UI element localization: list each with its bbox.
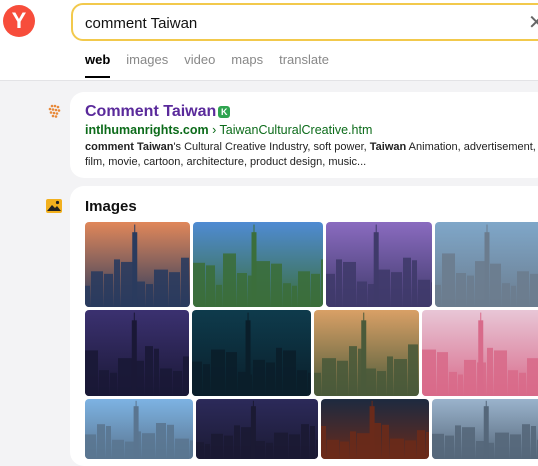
snippet-highlight: Taiwan bbox=[369, 141, 407, 153]
image-thumbnail-taipei-hill-view[interactable] bbox=[314, 310, 419, 396]
tab-video[interactable]: video bbox=[184, 52, 215, 78]
search-tabs: web images video maps translate bbox=[85, 52, 345, 78]
image-thumbnail-taipei-101-blue[interactable] bbox=[85, 399, 193, 459]
verified-badge-icon: K bbox=[218, 106, 231, 118]
header: Y ✕ web images video maps translate bbox=[0, 0, 538, 81]
image-thumbnail-taipei-night-teal[interactable] bbox=[192, 310, 311, 396]
image-thumbnail-taipei-101-sunset[interactable] bbox=[85, 222, 190, 307]
image-thumbnail-taipei-city-flag[interactable] bbox=[435, 222, 538, 307]
search-input[interactable] bbox=[85, 12, 505, 34]
image-thumbnail-flag-skyline[interactable] bbox=[432, 399, 538, 459]
image-thumbnail-taipei-101-evening[interactable] bbox=[196, 399, 318, 459]
result-title[interactable]: Comment Taiwan bbox=[85, 103, 216, 120]
clear-icon[interactable]: ✕ bbox=[528, 12, 538, 34]
url-separator: › bbox=[212, 123, 217, 137]
yandex-logo[interactable]: Y bbox=[3, 5, 35, 37]
image-thumbnail-temple-night[interactable] bbox=[321, 399, 429, 459]
result-domain[interactable]: intlhumanrights.com bbox=[85, 123, 209, 137]
snippet-text: 's Cultural Creative Industry, soft powe… bbox=[173, 141, 370, 153]
site-favicon-icon bbox=[48, 104, 61, 118]
image-thumbnail-taipei-purple-dusk[interactable] bbox=[326, 222, 432, 307]
search-box[interactable]: ✕ bbox=[71, 3, 538, 41]
tab-web[interactable]: web bbox=[85, 52, 111, 78]
image-thumbnail-cherry-blossom-pagoda[interactable] bbox=[422, 310, 538, 396]
result-snippet: comment Taiwan's Cultural Creative Indus… bbox=[85, 140, 538, 170]
image-thumbnail-taipei-101-night[interactable] bbox=[85, 310, 189, 396]
image-thumbnail-taipei-skyline-day[interactable] bbox=[193, 222, 323, 307]
image-icon bbox=[46, 199, 62, 213]
tab-maps[interactable]: maps bbox=[231, 52, 263, 78]
result-url[interactable]: intlhumanrights.com › TaiwanCulturalCrea… bbox=[85, 123, 372, 137]
result-path[interactable]: TaiwanCulturalCreative.htm bbox=[220, 123, 373, 137]
tab-translate[interactable]: translate bbox=[279, 52, 329, 78]
tab-images[interactable]: images bbox=[126, 52, 168, 78]
snippet-highlight: comment Taiwan bbox=[85, 141, 174, 153]
result-title-link[interactable]: Comment Taiwan K bbox=[85, 103, 231, 121]
images-section-title[interactable]: Images bbox=[85, 198, 137, 215]
